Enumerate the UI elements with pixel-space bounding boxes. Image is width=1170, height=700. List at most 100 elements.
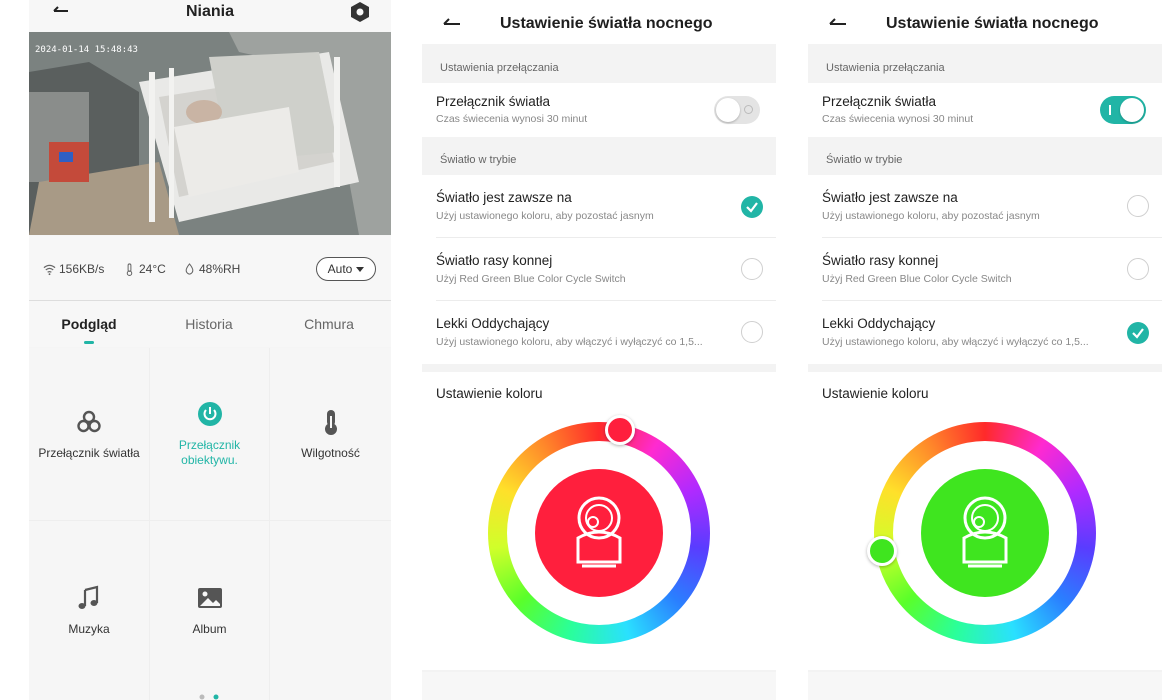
light-switch-toggle[interactable] xyxy=(1100,96,1146,124)
mode-option-subtitle: Użyj ustawionego koloru, aby pozostać ja… xyxy=(436,210,654,222)
page-title: Ustawienie światła nocnego xyxy=(500,15,713,32)
auto-mode-dropdown[interactable]: Auto xyxy=(316,257,376,281)
grid-item-lens-switch[interactable]: Przełącznik obiektywu. xyxy=(150,348,269,520)
mode-option[interactable]: Lekki Oddychający Użyj ustawionego kolor… xyxy=(808,301,1162,364)
network-speed: 156KB/s xyxy=(43,262,104,276)
temperature: 24°C xyxy=(123,262,166,276)
toggle-off-mark xyxy=(744,105,753,114)
color-setting-panel: Ustawienie koloru xyxy=(808,372,1162,670)
mode-option-title: Lekki Oddychający xyxy=(822,316,936,331)
feature-grid: Przełącznik światła Przełącznik obiektyw… xyxy=(29,348,391,700)
light-switch-subtitle: Czas świecenia wynosi 30 minut xyxy=(436,113,588,125)
mode-option-subtitle: Użyj Red Green Blue Color Cycle Switch xyxy=(822,273,1012,285)
camera-device-icon xyxy=(962,496,1008,568)
light-switch-title: Przełącznik światła xyxy=(822,94,937,109)
camera-device-icon xyxy=(576,496,622,568)
dropdown-triangle-icon xyxy=(356,266,365,272)
section-label-switch: Ustawienia przełączania xyxy=(440,62,559,74)
page-title: Niania xyxy=(185,3,234,20)
grid-item-label: Album xyxy=(192,622,227,636)
night-light-settings-off: Ustawienie światła nocnego Ustawienia pr… xyxy=(422,0,776,700)
video-timestamp: 2024-01-14 15:48:43 xyxy=(35,45,138,55)
mode-option-subtitle: Użyj ustawionego koloru, aby włączyć i w… xyxy=(822,336,1089,348)
thermometer-icon xyxy=(324,409,337,435)
checkmark-icon xyxy=(1132,328,1144,339)
tab-cloud[interactable]: Chmura xyxy=(269,316,389,332)
selected-color-preview xyxy=(535,469,663,597)
mode-option-subtitle: Użyj Red Green Blue Color Cycle Switch xyxy=(436,273,626,285)
power-icon xyxy=(197,402,222,426)
camera-screen: Niania 2024-01-14 15:48:43 156KB/s 24°C … xyxy=(29,0,391,700)
back-arrow-icon[interactable] xyxy=(826,12,852,32)
grid-item-album[interactable]: Album xyxy=(150,521,269,700)
back-arrow-icon[interactable] xyxy=(440,12,466,32)
status-bar: 156KB/s 24°C 48%RH Auto xyxy=(29,236,391,300)
settings-hexagon-icon[interactable] xyxy=(349,1,371,23)
mode-option-title: Lekki Oddychający xyxy=(436,316,550,331)
mode-option-title: Światło rasy konnej xyxy=(822,253,939,268)
mode-option-subtitle: Użyj ustawionego koloru, aby włączyć i w… xyxy=(436,336,703,348)
humidity-value: 48%RH xyxy=(199,262,241,276)
humidity: 48%RH xyxy=(183,262,240,276)
radio-checked[interactable] xyxy=(741,196,763,218)
color-picker-knob[interactable] xyxy=(867,536,897,566)
radio-unchecked[interactable] xyxy=(1127,258,1149,280)
color-picker-knob[interactable] xyxy=(605,415,635,445)
radio-unchecked[interactable] xyxy=(1127,195,1149,217)
color-wheel[interactable] xyxy=(867,422,1096,644)
droplet-icon xyxy=(185,262,194,275)
mode-option[interactable]: Światło rasy konnej Użyj Red Green Blue … xyxy=(422,238,776,301)
settings-header: Ustawienie światła nocnego xyxy=(422,0,776,44)
toggle-on-mark xyxy=(1109,105,1111,115)
music-note-icon xyxy=(78,585,99,609)
grid-item-light-switch[interactable]: Przełącznik światła xyxy=(29,348,149,520)
tab-preview[interactable]: Podgląd xyxy=(29,316,149,332)
radio-checked[interactable] xyxy=(1127,322,1149,344)
mode-option[interactable]: Światło jest zawsze na Użyj ustawionego … xyxy=(422,175,776,238)
nursery-video-image xyxy=(29,32,391,235)
grid-item-empty xyxy=(270,521,391,700)
tab-bar: Podgląd Historia Chmura xyxy=(29,301,391,347)
light-switch-row: Przełącznik światła Czas świecenia wynos… xyxy=(808,83,1162,137)
light-switch-title: Przełącznik światła xyxy=(436,94,551,109)
temperature-value: 24°C xyxy=(139,262,166,276)
page-title: Ustawienie światła nocnego xyxy=(886,15,1099,32)
mode-option[interactable]: Lekki Oddychający Użyj ustawionego kolor… xyxy=(422,301,776,364)
night-light-settings-on: Ustawienie światła nocnego Ustawienia pr… xyxy=(808,0,1162,700)
light-switch-icon xyxy=(77,410,101,432)
radio-unchecked[interactable] xyxy=(741,258,763,280)
light-switch-row: Przełącznik światła Czas świecenia wynos… xyxy=(422,83,776,137)
section-label-mode: Światło w trybie xyxy=(826,154,903,166)
color-setting-title: Ustawienie koloru xyxy=(436,386,543,401)
selected-color-preview xyxy=(921,469,1049,597)
grid-item-label: Muzyka xyxy=(68,622,110,636)
grid-item-music[interactable]: Muzyka xyxy=(29,521,149,700)
grid-item-label: Przełącznik światła xyxy=(38,445,140,460)
mode-option-title: Światło jest zawsze na xyxy=(822,190,958,205)
radio-unchecked[interactable] xyxy=(741,321,763,343)
color-wheel[interactable] xyxy=(488,415,710,644)
mode-option-title: Światło jest zawsze na xyxy=(436,190,572,205)
bottom-bar xyxy=(808,672,1162,700)
camera-video-feed[interactable]: 2024-01-14 15:48:43 xyxy=(29,32,391,235)
mode-option[interactable]: Światło jest zawsze na Użyj ustawionego … xyxy=(808,175,1162,238)
bottom-bar xyxy=(422,672,776,700)
mode-option[interactable]: Światło rasy konnej Użyj Red Green Blue … xyxy=(808,238,1162,301)
checkmark-icon xyxy=(746,202,758,213)
camera-header: Niania xyxy=(29,0,391,32)
grid-item-label: Przełącznik obiektywu. xyxy=(178,438,241,467)
light-switch-toggle[interactable] xyxy=(714,96,760,124)
section-label-mode: Światło w trybie xyxy=(440,154,517,166)
tab-history[interactable]: Historia xyxy=(149,316,269,332)
grid-item-humidity[interactable]: Wilgotność xyxy=(270,348,391,520)
toggle-knob xyxy=(716,98,740,122)
network-speed-value: 156KB/s xyxy=(59,262,105,276)
toggle-knob xyxy=(1120,98,1144,122)
image-icon xyxy=(197,588,222,608)
thermometer-small-icon xyxy=(126,262,133,276)
color-setting-panel: Ustawienie koloru xyxy=(422,372,776,670)
mode-option-title: Światło rasy konnej xyxy=(436,253,553,268)
wifi-icon xyxy=(43,264,56,275)
grid-item-label: Wilgotność xyxy=(301,445,360,460)
auto-mode-label: Auto xyxy=(327,262,353,276)
